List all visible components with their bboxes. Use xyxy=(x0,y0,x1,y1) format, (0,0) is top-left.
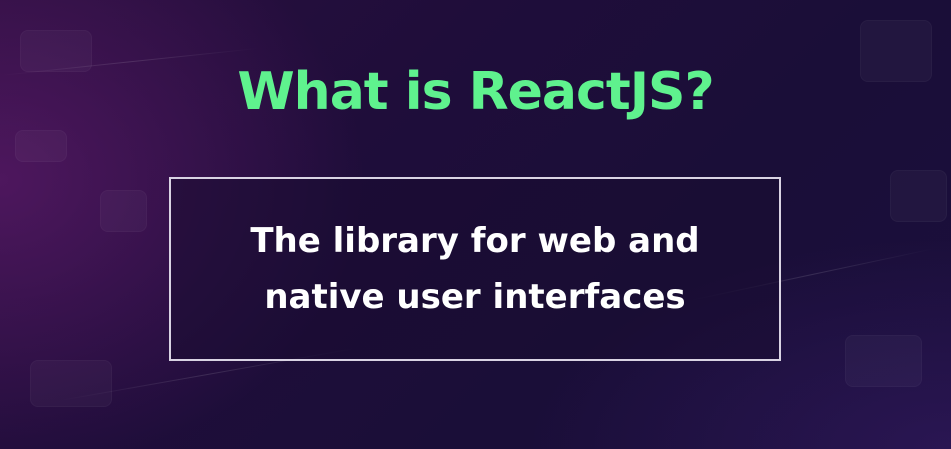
definition-line-1: The library for web and xyxy=(250,221,700,261)
decor-tile xyxy=(890,170,947,222)
decor-tile xyxy=(30,360,112,407)
decor-tile xyxy=(15,130,67,162)
decor-tile xyxy=(845,335,922,387)
decor-tile xyxy=(100,190,147,232)
definition-line-2: native user interfaces xyxy=(264,277,686,317)
page-title: What is ReactJS? xyxy=(237,62,714,122)
definition-box: The library for web and native user inte… xyxy=(169,177,781,361)
